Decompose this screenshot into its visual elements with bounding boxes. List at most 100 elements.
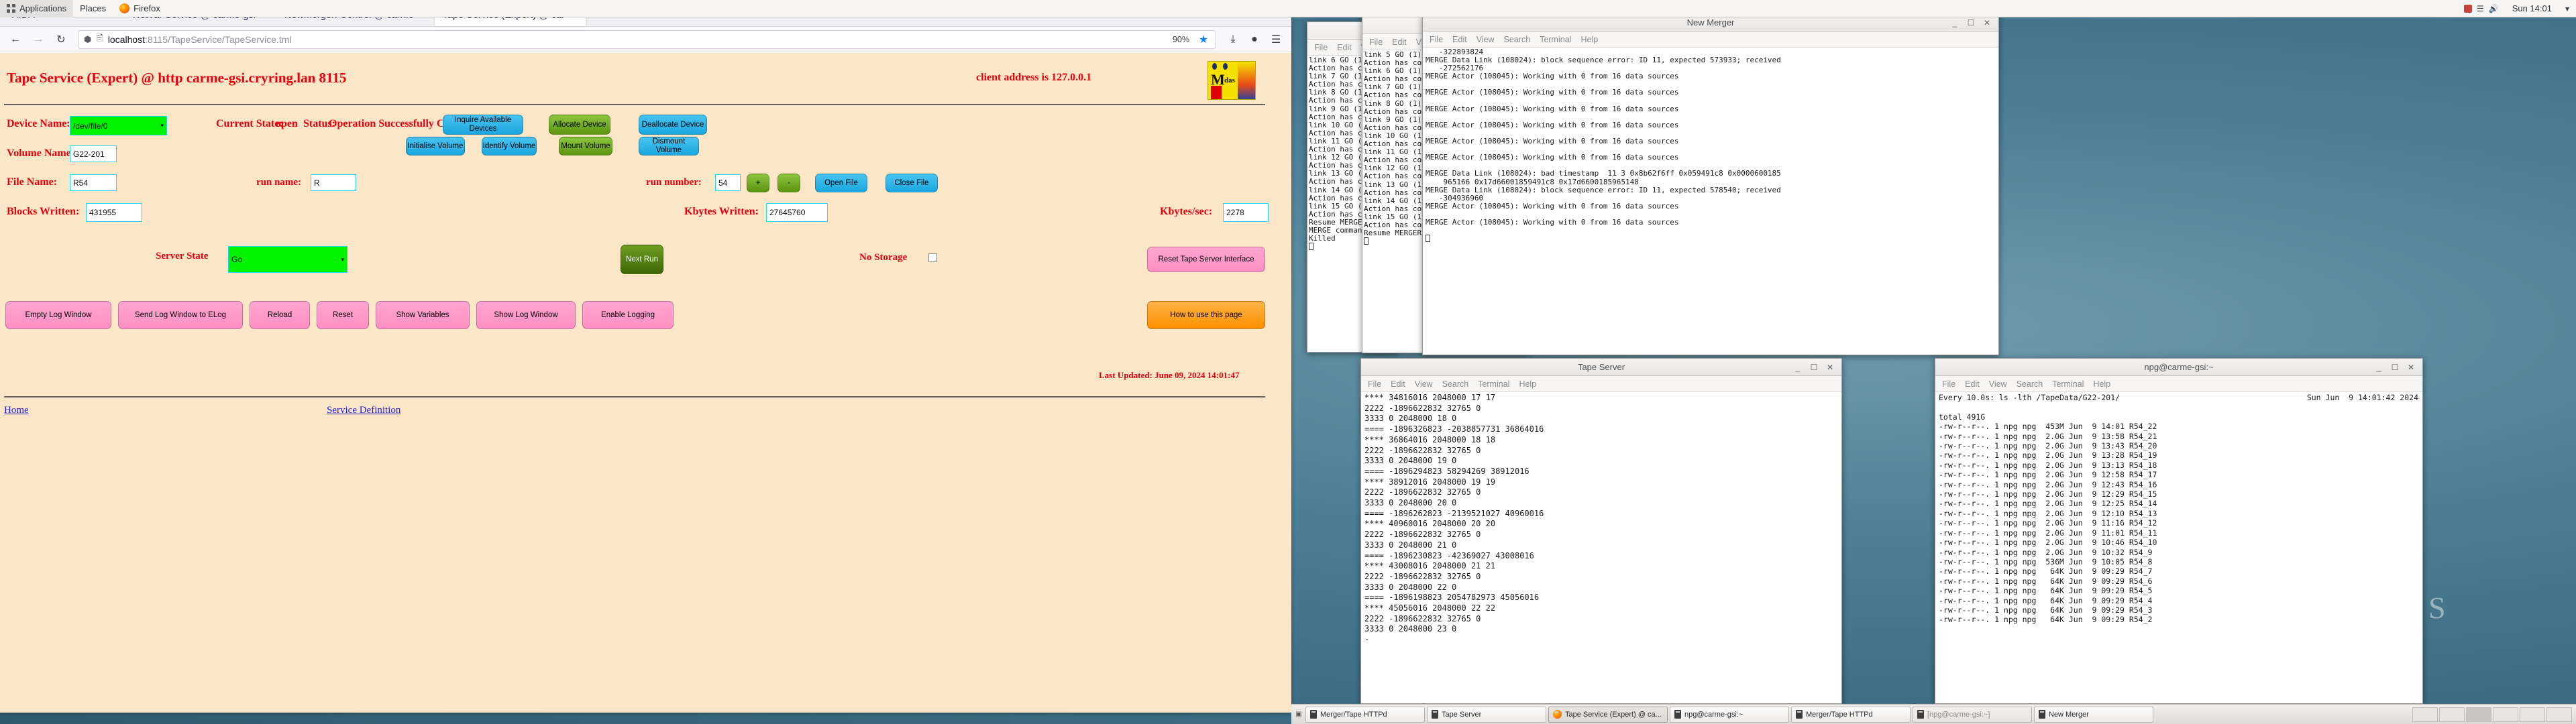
minimize-button[interactable]: _ xyxy=(2374,363,2383,372)
reload-button[interactable]: Reload xyxy=(250,301,310,329)
device-name-select[interactable]: /dev/file/0 ▾ xyxy=(70,116,167,135)
minimize-button[interactable]: _ xyxy=(1950,18,1960,27)
tape-server-window[interactable]: Tape Server _ ☐ ✕ File Edit View Search … xyxy=(1360,358,1842,704)
reset-button[interactable]: Reset xyxy=(317,301,369,329)
menu-file[interactable]: File xyxy=(1368,379,1381,389)
npg-carme-gsi-window[interactable]: npg@carme-gsi:~ _ ☐ ✕ File Edit View Sea… xyxy=(1935,358,2423,704)
workspace-3[interactable] xyxy=(2466,707,2491,722)
workspace-pager[interactable] xyxy=(2412,707,2573,722)
menu-file[interactable]: File xyxy=(1369,38,1383,47)
menu-edit[interactable]: Edit xyxy=(1337,43,1352,52)
menu-file[interactable]: File xyxy=(1942,379,1955,389)
window-titlebar[interactable]: npg@carme-gsi:~ _ ☐ ✕ xyxy=(1935,359,2422,376)
menu-help[interactable]: Help xyxy=(1519,379,1536,389)
kbytes-sec-input[interactable]: 2278 xyxy=(1223,203,1269,222)
how-to-use-this-page-button[interactable]: How to use this page xyxy=(1147,301,1265,329)
taskbar-item-3[interactable]: npg@carme-gsi:~ xyxy=(1670,707,1789,723)
mount-volume-button[interactable]: Mount Volume xyxy=(559,137,612,156)
places-menu[interactable]: Places xyxy=(73,0,113,17)
send-log-window-to-elog-button[interactable]: Send Log Window to ELog xyxy=(118,301,243,329)
service-definition-link[interactable]: Service Definition xyxy=(327,405,400,416)
workspace-4[interactable] xyxy=(2493,707,2518,722)
maximize-button[interactable]: ☐ xyxy=(2390,363,2400,372)
menu-help[interactable]: Help xyxy=(2093,379,2110,389)
menu-edit[interactable]: Edit xyxy=(1965,379,1980,389)
menu-view[interactable]: View xyxy=(1989,379,2007,389)
home-link[interactable]: Home xyxy=(4,405,29,416)
close-button[interactable]: ✕ xyxy=(1982,18,1992,27)
open-file-button[interactable]: Open File xyxy=(815,174,867,192)
file-name-input[interactable]: R54 xyxy=(70,174,117,191)
hamburger-menu-icon[interactable]: ☰ xyxy=(1266,30,1286,49)
applications-menu[interactable]: Applications xyxy=(0,0,73,17)
window-titlebar[interactable]: Tape Server _ ☐ ✕ xyxy=(1361,359,1841,376)
menu-search[interactable]: Search xyxy=(2017,379,2043,389)
star-icon[interactable]: ★ xyxy=(1197,30,1210,49)
zoom-level-badge[interactable]: 90% xyxy=(1170,35,1192,44)
menu-search[interactable]: Search xyxy=(1442,379,1469,389)
taskbar-item-1[interactable]: Tape Server xyxy=(1427,707,1546,723)
taskbar-item-5[interactable]: [npg@carme-gsi:~] xyxy=(1913,707,2032,723)
show-variables-button[interactable]: Show Variables xyxy=(376,301,470,329)
taskbar-item-4[interactable]: Merger/Tape HTTPd xyxy=(1791,707,1911,723)
workspace-5[interactable] xyxy=(2520,707,2545,722)
taskbar-item-6[interactable]: New Merger xyxy=(2034,707,2153,723)
close-button[interactable]: ✕ xyxy=(2406,363,2416,372)
maximize-button[interactable]: ☐ xyxy=(1809,363,1819,372)
menu-file[interactable]: File xyxy=(1430,35,1443,44)
power-menu[interactable]: ▾ xyxy=(2559,0,2576,17)
account-icon[interactable]: ● xyxy=(1244,30,1265,49)
current-app-menu[interactable]: Firefox xyxy=(113,0,167,17)
initialise-volume-button[interactable]: Initialise Volume xyxy=(406,137,465,156)
forward-arrow-icon[interactable]: → xyxy=(28,30,48,49)
menu-file[interactable]: File xyxy=(1314,43,1328,52)
menu-terminal[interactable]: Terminal xyxy=(1478,379,1509,389)
identify-volume-button[interactable]: Identify Volume xyxy=(482,137,537,156)
system-tray[interactable]: ☰ 🔊 xyxy=(2457,4,2506,13)
volume-name-input[interactable]: G22-201 xyxy=(70,145,117,162)
clock[interactable]: Sun 14:01 xyxy=(2506,0,2559,17)
enable-logging-button[interactable]: Enable Logging xyxy=(582,301,674,329)
dismount-volume-button[interactable]: Dismount Volume xyxy=(639,137,699,156)
menu-edit[interactable]: Edit xyxy=(1452,35,1467,44)
taskbar-item-0[interactable]: Merger/Tape HTTPd xyxy=(1305,707,1425,723)
reset-tape-server-interface-button[interactable]: Reset Tape Server Interface xyxy=(1147,247,1265,272)
workspace-2[interactable] xyxy=(2439,707,2465,722)
close-button[interactable]: ✕ xyxy=(1825,363,1835,372)
run-number-increment-button[interactable]: + xyxy=(747,174,769,192)
blocks-written-input[interactable]: 431955 xyxy=(86,203,142,222)
menu-search[interactable]: Search xyxy=(1504,35,1531,44)
menu-view[interactable]: View xyxy=(1477,35,1495,44)
run-number-decrement-button[interactable]: - xyxy=(777,174,800,192)
new-merger-window[interactable]: New Merger _ ☐ ✕ File Edit View Search T… xyxy=(1422,13,1999,355)
workspace-6[interactable] xyxy=(2546,707,2572,722)
menu-terminal[interactable]: Terminal xyxy=(2052,379,2084,389)
menu-view[interactable]: View xyxy=(1415,379,1433,389)
allocate-device-button[interactable]: Allocate Device xyxy=(549,115,610,135)
run-name-input[interactable]: R xyxy=(311,174,356,191)
next-run-button[interactable]: Next Run xyxy=(621,245,663,274)
server-state-select[interactable]: Go ▾ xyxy=(228,246,347,273)
close-file-button[interactable]: Close File xyxy=(885,174,938,192)
kbytes-written-input[interactable]: 27645760 xyxy=(766,203,828,222)
empty-log-window-button[interactable]: Empty Log Window xyxy=(5,301,111,329)
minimize-button[interactable]: _ xyxy=(1793,363,1803,372)
menu-help[interactable]: Help xyxy=(1580,35,1598,44)
menu-edit[interactable]: Edit xyxy=(1392,38,1407,47)
back-arrow-icon[interactable]: ← xyxy=(5,30,25,49)
workspace-1[interactable] xyxy=(2412,707,2438,722)
save-to-pocket-icon[interactable]: ⤓ xyxy=(1223,30,1243,49)
maximize-button[interactable]: ☐ xyxy=(1966,18,1976,27)
deallocate-device-button[interactable]: Deallocate Device xyxy=(639,115,707,135)
no-storage-checkbox[interactable] xyxy=(928,253,937,262)
run-number-input[interactable]: 54 xyxy=(715,174,741,191)
taskbar-item-2[interactable]: Tape Service (Expert) @ ca... xyxy=(1548,707,1668,723)
inquire-available-devices-button[interactable]: Inquire Available Devices xyxy=(443,115,523,135)
server-state-value: Go xyxy=(231,255,242,264)
reload-icon[interactable]: ↻ xyxy=(51,30,71,49)
show-desktop-icon[interactable]: ▣ xyxy=(1294,707,1303,722)
show-log-window-button[interactable]: Show Log Window xyxy=(476,301,576,329)
url-bar[interactable]: ⬢ 🖹 localhost:8115/TapeService/TapeServi… xyxy=(78,30,1216,49)
menu-terminal[interactable]: Terminal xyxy=(1540,35,1571,44)
menu-edit[interactable]: Edit xyxy=(1391,379,1405,389)
